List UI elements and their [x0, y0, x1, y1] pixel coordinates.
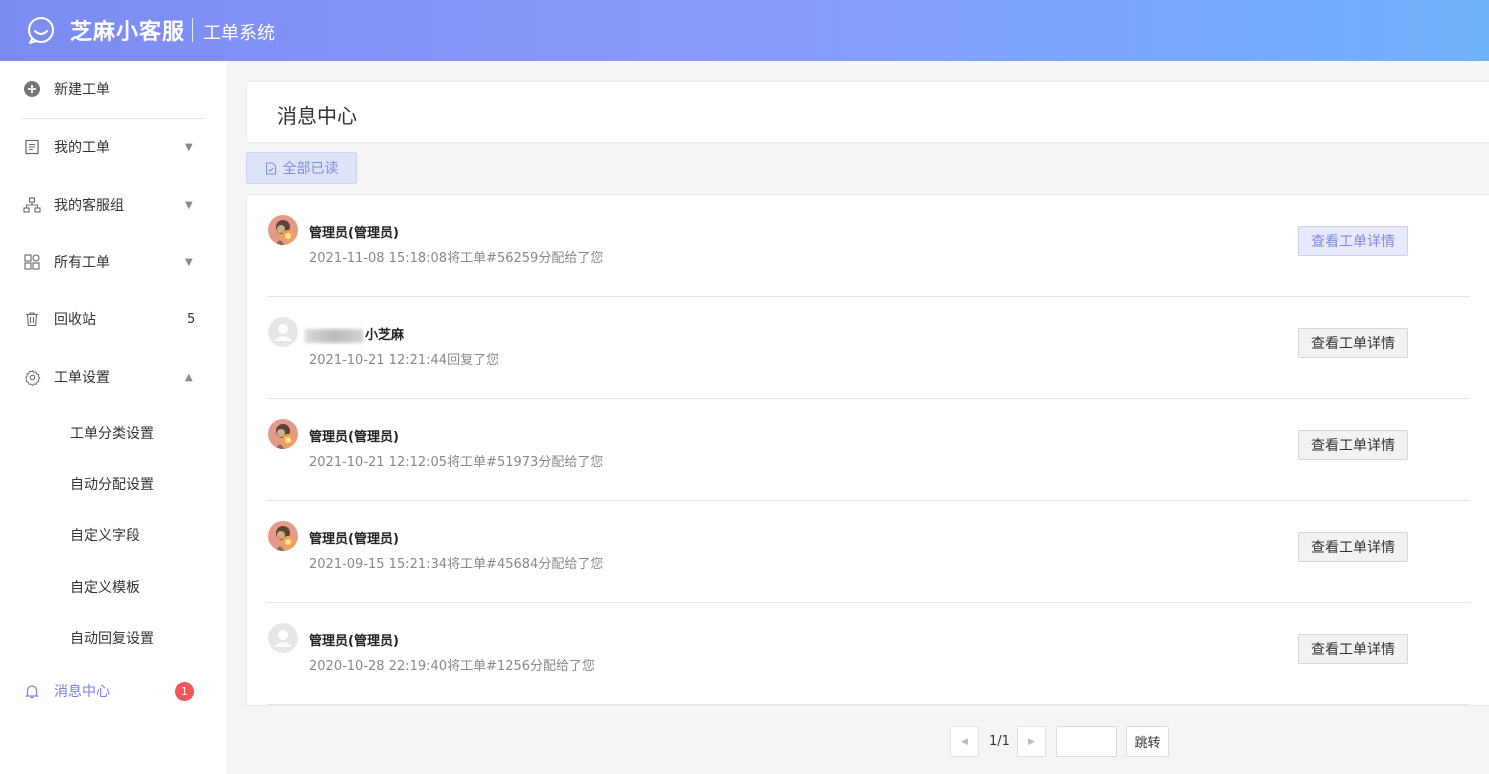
- list-item: 管理员(管理员) 2020-10-28 22:19:40将工单#1256分配给了…: [267, 603, 1470, 705]
- list-item: 小芝麻 2021-10-21 12:21:44回复了您 查看工单详情: [267, 297, 1470, 399]
- sidebar-subitem-auto-reply[interactable]: 自动回复设置: [70, 628, 154, 648]
- view-ticket-detail-button[interactable]: 查看工单详情: [1298, 226, 1408, 256]
- page-jump-input[interactable]: [1056, 726, 1117, 757]
- view-ticket-detail-button[interactable]: 查看工单详情: [1298, 328, 1408, 358]
- sidebar-divider: [22, 118, 205, 119]
- avatar: [268, 215, 298, 245]
- brand-name: 芝麻小客服: [70, 20, 186, 45]
- caret-down-icon: ▼: [185, 256, 193, 268]
- caret-left-icon: ◀: [961, 736, 968, 747]
- org-chart-icon: [23, 196, 41, 214]
- new-ticket-label: 新建工单: [54, 82, 110, 98]
- caret-down-icon: ▼: [185, 199, 193, 211]
- message-text: 2020-10-28 22:19:40将工单#1256分配给了您: [309, 659, 596, 674]
- message-text: 2021-10-21 12:12:05将工单#51973分配给了您: [309, 455, 604, 470]
- plus-circle-icon: [23, 80, 41, 98]
- sidebar-subitem-custom-template[interactable]: 自定义模板: [70, 577, 140, 597]
- prev-page-button[interactable]: ◀: [950, 726, 979, 757]
- page-jump-button[interactable]: 跳转: [1126, 726, 1169, 757]
- page-title: 消息中心: [277, 104, 357, 128]
- sidebar-item-message-center[interactable]: 消息中心 1: [0, 671, 226, 711]
- sender-name: 管理员(管理员): [309, 634, 399, 649]
- bell-icon: [23, 682, 41, 700]
- sender-name: 管理员(管理员): [309, 532, 399, 547]
- list-item: 管理员(管理员) 2021-11-08 15:18:08将工单#56259分配给…: [267, 195, 1470, 297]
- header-divider: [192, 18, 193, 42]
- caret-right-icon: ▶: [1028, 736, 1035, 747]
- mark-all-read-label: 全部已读: [282, 161, 339, 177]
- unread-badge: 1: [175, 681, 194, 701]
- sidebar: 新建工单 我的工单 ▼ 我的客服组 ▼ 所有工单 ▼ 回收站 5 工单设置 ▲ …: [0, 61, 226, 774]
- message-text: 2021-11-08 15:18:08将工单#56259分配给了您: [309, 251, 604, 266]
- default-avatar-icon: [268, 317, 298, 347]
- caret-down-icon: ▼: [185, 141, 193, 153]
- sidebar-item-ticket-settings[interactable]: 工单设置 ▲: [0, 357, 226, 397]
- message-list: 管理员(管理员) 2021-11-08 15:18:08将工单#56259分配给…: [246, 194, 1489, 706]
- sidebar-subitem-auto-assign[interactable]: 自动分配设置: [70, 474, 154, 494]
- view-ticket-detail-button[interactable]: 查看工单详情: [1298, 634, 1408, 664]
- doc-check-icon: [265, 162, 276, 174]
- sidebar-item-label: 我的客服组: [54, 198, 124, 214]
- view-ticket-detail-button[interactable]: 查看工单详情: [1298, 430, 1408, 460]
- sidebar-subitem-category-settings[interactable]: 工单分类设置: [70, 423, 154, 443]
- row-divider: [267, 704, 1470, 705]
- caret-up-icon: ▲: [185, 371, 193, 383]
- document-icon: [23, 138, 41, 156]
- sender-name: 管理员(管理员): [309, 430, 399, 445]
- avatar: [268, 521, 298, 551]
- sidebar-subitem-custom-fields[interactable]: 自定义字段: [70, 525, 140, 545]
- page-indicator: 1/1: [989, 734, 1010, 749]
- avatar: [268, 419, 298, 449]
- sidebar-item-label: 工单设置: [54, 370, 110, 386]
- list-item: 管理员(管理员) 2021-09-15 15:21:34将工单#45684分配给…: [267, 501, 1470, 603]
- new-ticket-button[interactable]: 新建工单: [0, 69, 226, 109]
- sidebar-item-my-groups[interactable]: 我的客服组 ▼: [0, 185, 226, 225]
- mark-all-read-button[interactable]: 全部已读: [246, 152, 357, 184]
- sidebar-item-recycle-bin[interactable]: 回收站 5: [0, 299, 226, 339]
- gear-icon: [23, 368, 41, 386]
- sender-name-group: 小芝麻: [305, 324, 404, 343]
- sender-name: 小芝麻: [365, 328, 405, 343]
- sidebar-item-label: 消息中心: [54, 684, 110, 700]
- sender-name: 管理员(管理员): [309, 226, 399, 241]
- sidebar-item-label: 回收站: [54, 312, 96, 328]
- view-ticket-detail-button[interactable]: 查看工单详情: [1298, 532, 1408, 562]
- sidebar-item-my-tickets[interactable]: 我的工单 ▼: [0, 127, 226, 167]
- next-page-button[interactable]: ▶: [1017, 726, 1046, 757]
- sidebar-item-all-tickets[interactable]: 所有工单 ▼: [0, 242, 226, 282]
- list-item: 管理员(管理员) 2021-10-21 12:12:05将工单#51973分配给…: [267, 399, 1470, 501]
- system-name: 工单系统: [203, 23, 275, 44]
- default-avatar-icon: [268, 623, 298, 653]
- sidebar-item-label: 我的工单: [54, 140, 110, 156]
- logo-icon: [28, 17, 54, 44]
- top-header: 芝麻小客服 工单系统: [0, 0, 1489, 61]
- grid-icon: [23, 253, 41, 271]
- message-text: 2021-10-21 12:21:44回复了您: [309, 353, 500, 368]
- redacted-name: [305, 328, 363, 343]
- message-text: 2021-09-15 15:21:34将工单#45684分配给了您: [309, 557, 604, 572]
- trash-icon: [23, 310, 41, 328]
- recycle-count: 5: [187, 311, 196, 327]
- page-header: 消息中心: [246, 81, 1489, 143]
- sidebar-item-label: 所有工单: [54, 255, 110, 271]
